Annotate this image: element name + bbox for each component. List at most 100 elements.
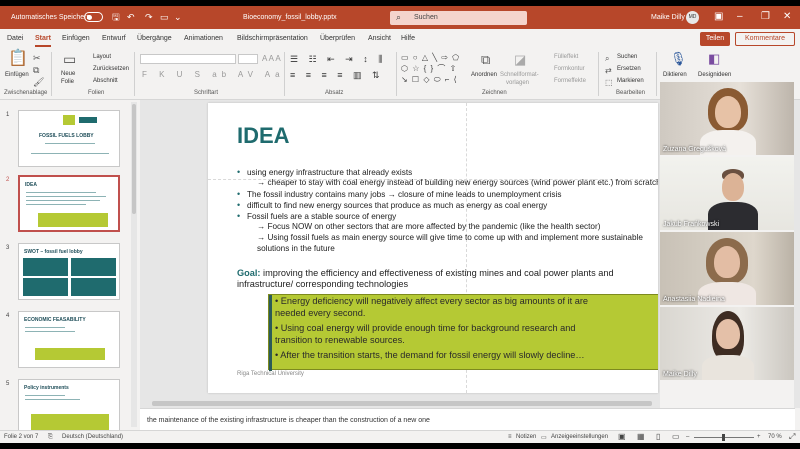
arrange-button[interactable]: Anordnen [471, 72, 497, 78]
copy-icon[interactable]: ⧉ [33, 64, 39, 76]
tab-bildschirmpraesentation[interactable]: Bildschirmpräsentation [237, 35, 308, 42]
microphone-icon[interactable]: 🎙 [670, 52, 687, 65]
slide-sorter-icon[interactable]: ▦ [637, 432, 645, 441]
video-tile-participant-1[interactable]: Zuzana Gregušková [660, 82, 794, 155]
comments-button[interactable]: Kommentare [735, 32, 795, 46]
tab-uebergaenge[interactable]: Übergänge [137, 35, 172, 42]
avatar[interactable]: MD [686, 11, 699, 24]
new-slide-label-2[interactable]: Folie [61, 79, 74, 85]
font-size-controls-icon[interactable]: A A A [262, 54, 281, 63]
replace-button[interactable]: Ersetzen [617, 66, 641, 72]
sub-bullet-item[interactable]: → Focus NOW on other sectors that are mo… [257, 222, 600, 232]
slide-title[interactable]: IDEA [237, 123, 290, 149]
font-format-icons[interactable]: F K U S ab AV Aa [142, 70, 285, 79]
paste-button[interactable]: Einfügen [5, 72, 29, 78]
share-button[interactable]: Teilen [700, 32, 730, 46]
arrange-icon[interactable]: ⧉ [481, 53, 490, 66]
horizontal-scrollbar[interactable] [140, 400, 660, 408]
sub-bullet-item[interactable]: → cheaper to stay with coal energy inste… [257, 178, 658, 188]
new-slide-label-1[interactable]: Neue [61, 71, 75, 77]
close-icon[interactable]: ✕ [783, 11, 791, 23]
tab-einfuegen[interactable]: Einfügen [62, 35, 90, 42]
bullet-item[interactable]: • The fossil industry contains many jobs… [237, 189, 561, 200]
find-button[interactable]: Suchen [617, 54, 637, 60]
designer-button[interactable]: Designideen [698, 72, 731, 78]
slide[interactable]: IDEA • using energy infrastructure that … [208, 103, 658, 393]
section-button[interactable]: Abschnitt [93, 78, 118, 84]
quick-styles-label-2[interactable]: vorlagen [506, 80, 529, 86]
quick-styles-label-1[interactable]: Schnellformat- [500, 72, 539, 78]
dictate-button[interactable]: Diktieren [663, 72, 687, 78]
autosave-toggle[interactable] [84, 12, 103, 22]
notes-text[interactable]: the maintenance of the existing infrastr… [147, 417, 430, 424]
list-buttons-icon[interactable]: ☰ ☷ ⇤ ⇥ ↕ ⫼ [290, 54, 386, 65]
sub-bullet-item[interactable]: solutions in the future [257, 244, 335, 254]
goal-text-box[interactable]: • Energy deficiency will negatively affe… [268, 294, 658, 371]
select-icon[interactable]: ⬚ [605, 77, 613, 89]
slide-thumb-5[interactable]: Policy instruments [18, 379, 120, 436]
slide-thumb-1[interactable]: FOSSIL FUELS LOBBY [18, 110, 120, 167]
tab-entwurf[interactable]: Entwurf [102, 35, 126, 42]
slide-thumb-2[interactable]: IDEA [18, 175, 120, 232]
tab-datei[interactable]: Datei [7, 35, 23, 42]
redo-icon[interactable]: ↷ [145, 12, 153, 22]
font-size-select[interactable] [238, 54, 258, 64]
restore-icon[interactable]: ❐ [761, 11, 770, 23]
shape-effects-button[interactable]: Formeffekte [554, 78, 586, 84]
find-icon[interactable]: ⌕ [605, 53, 609, 65]
new-slide-icon[interactable]: ▭ [63, 52, 76, 66]
select-button[interactable]: Markieren [617, 78, 644, 84]
reset-button[interactable]: Zurücksetzen [93, 66, 129, 72]
paste-icon[interactable]: 📋 [8, 51, 28, 67]
user-name[interactable]: Maike Dilly [651, 14, 685, 21]
tab-animationen[interactable]: Animationen [184, 35, 223, 42]
format-painter-icon[interactable]: 🖌 [33, 76, 44, 88]
present-icon[interactable]: ▭ [160, 12, 169, 22]
display-settings-icon[interactable]: ▭ [541, 434, 547, 441]
video-tile-participant-3[interactable]: Anastasiia Nadieina [660, 232, 794, 305]
zoom-out-icon[interactable]: – [686, 434, 689, 440]
font-family-select[interactable] [140, 54, 236, 64]
customize-quick-access-icon[interactable]: ⌄ [174, 12, 182, 22]
tab-hilfe[interactable]: Hilfe [401, 35, 415, 42]
alignment-buttons-icon[interactable]: ≡ ≡ ≡ ≡ ▥ ⇅ [290, 70, 384, 81]
bullet-item[interactable]: • difficult to find new energy sources t… [237, 200, 547, 211]
ribbon-display-icon[interactable]: ▣ [714, 11, 723, 23]
slideshow-icon[interactable]: ▭ [672, 432, 680, 441]
goal-text[interactable]: Goal: improving the efficiency and effec… [237, 268, 658, 290]
sub-bullet-item[interactable]: → Using fossil fuels as main energy sour… [257, 233, 643, 243]
shape-fill-button[interactable]: Fülleffekt [554, 54, 578, 60]
reading-view-icon[interactable]: ▯ [656, 432, 660, 441]
designer-icon[interactable]: ◧ [708, 52, 720, 65]
display-settings-button[interactable]: Anzeigeeinstellungen [551, 434, 608, 440]
shapes-gallery-icon[interactable]: ▭ ○ △ ╲ ⇨ ⬠ ⬡ ☆ { } ⌒ ⇧ ↘ ☐ ◇ ⬭ ⌐ ⟨ [401, 52, 467, 86]
tab-start[interactable]: Start [35, 35, 51, 47]
bullet-item[interactable]: • using energy infrastructure that alrea… [237, 167, 412, 178]
tab-ansicht[interactable]: Ansicht [368, 35, 391, 42]
vertical-scrollbar[interactable] [794, 100, 800, 408]
layout-button[interactable]: Layout [93, 54, 111, 60]
undo-icon[interactable]: ↶ [127, 12, 135, 22]
zoom-slider-thumb[interactable] [722, 434, 725, 441]
shape-outline-button[interactable]: Formkontur [554, 66, 585, 72]
tab-ueberpruefen[interactable]: Überprüfen [320, 35, 355, 42]
fit-slide-icon[interactable]: ⤢ [789, 432, 795, 442]
spellcheck-icon[interactable]: ⎘ [48, 434, 53, 441]
notes-pane[interactable]: the maintenance of the existing infrastr… [140, 408, 795, 430]
notes-icon[interactable]: ≡ [508, 434, 512, 440]
zoom-level[interactable]: 70 % [768, 434, 782, 440]
minimize-icon[interactable]: – [737, 11, 743, 23]
search-box[interactable]: ⌕ Suchen [390, 11, 527, 25]
zoom-in-icon[interactable]: + [757, 434, 761, 440]
save-icon[interactable]: 🖫 [112, 12, 120, 22]
language-status[interactable]: Deutsch (Deutschland) [62, 434, 123, 440]
slide-thumb-3[interactable]: SWOT – fossil fuel lobby [18, 243, 120, 300]
video-tile-participant-2[interactable]: Jakub Frańkowski [660, 157, 794, 230]
bullet-item[interactable]: • Fossil fuels are a stable source of en… [237, 211, 396, 222]
slide-thumb-4[interactable]: ECONOMIC FEASABILITY [18, 311, 120, 368]
replace-icon[interactable]: ⇄ [605, 65, 612, 77]
cut-icon[interactable]: ✂ [33, 52, 41, 64]
normal-view-icon[interactable]: ▣ [618, 432, 626, 441]
scrollbar-thumb[interactable] [152, 401, 652, 406]
video-tile-participant-4[interactable]: Maike Dilly [660, 307, 794, 380]
